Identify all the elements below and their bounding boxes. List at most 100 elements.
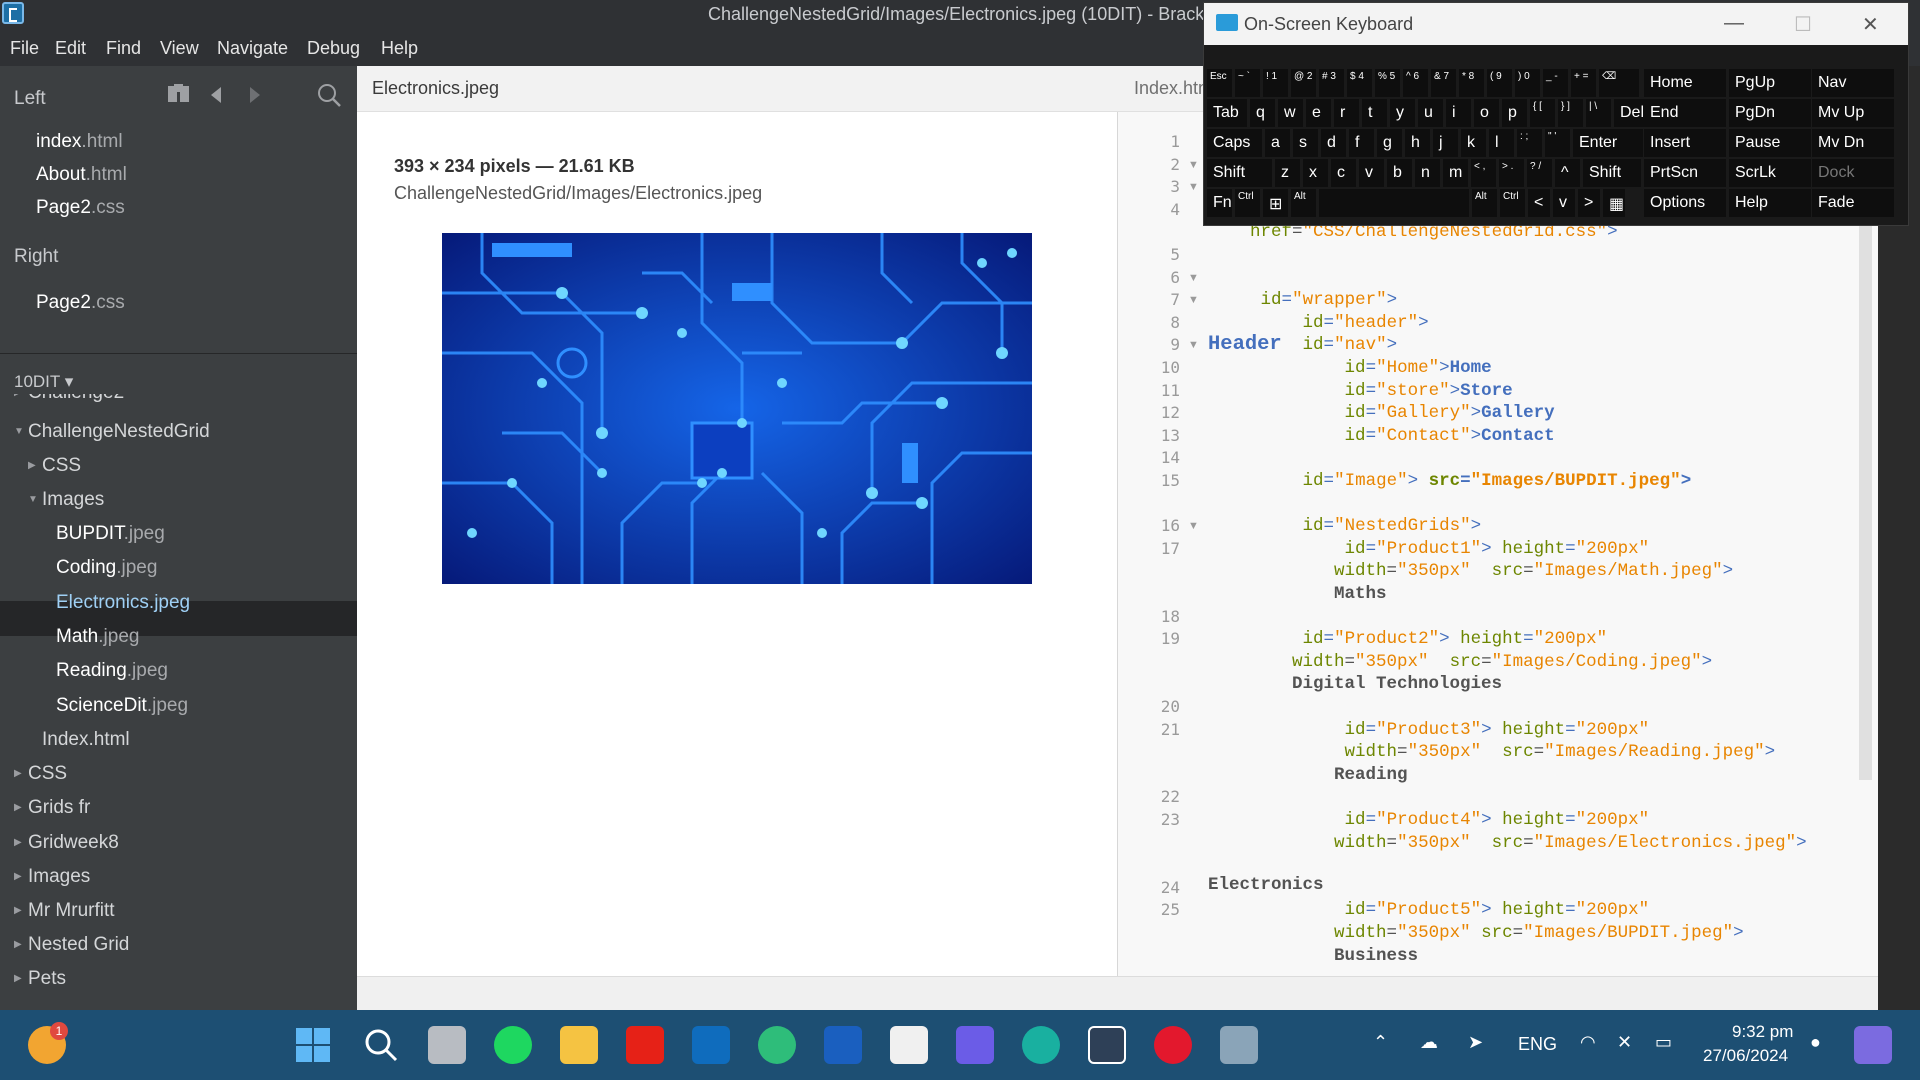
osk-key[interactable]: Options (1644, 189, 1726, 217)
osk-key[interactable]: ⊞ (1263, 189, 1288, 217)
osk-key[interactable]: : ; (1517, 129, 1542, 157)
osk-key[interactable]: z (1275, 159, 1300, 187)
osk-key[interactable]: End (1644, 99, 1726, 127)
tree-item[interactable]: ▶ Images (14, 866, 90, 888)
menu-navigate[interactable]: Navigate (217, 38, 288, 59)
osk-key[interactable]: Help (1729, 189, 1811, 217)
osk-key[interactable]: u (1418, 99, 1443, 127)
working-file-about-html[interactable]: About.html (36, 164, 127, 186)
osk-key[interactable]: Mv Dn (1812, 129, 1894, 157)
copilot-app-icon[interactable] (956, 1026, 994, 1064)
osk-key[interactable]: Enter (1573, 129, 1643, 157)
fold-toggle-icon[interactable]: ▼ (1188, 272, 1199, 284)
menu-debug[interactable]: Debug (307, 38, 360, 59)
wifi-icon[interactable]: ◠ (1580, 1032, 1596, 1053)
osk-key[interactable]: ▦ (1603, 189, 1625, 217)
osk-key[interactable]: g (1377, 129, 1402, 157)
osk-key[interactable]: q (1250, 99, 1275, 127)
code-line[interactable]: id="store">Store (1208, 381, 1513, 401)
osk-key[interactable]: Home (1644, 69, 1726, 97)
code-line[interactable]: width="350px" src="Images/Math.jpeg"> (1208, 561, 1733, 581)
osk-key[interactable]: a (1265, 129, 1290, 157)
osk-key[interactable]: ScrLk (1729, 159, 1811, 187)
osk-key[interactable]: > (1578, 189, 1600, 217)
task-view-icon[interactable] (428, 1026, 466, 1064)
osk-key[interactable]: } ] (1558, 99, 1583, 127)
store-icon[interactable] (890, 1026, 928, 1064)
osk-key[interactable]: Shift (1583, 159, 1641, 187)
osk-taskbar-icon[interactable] (1220, 1026, 1258, 1064)
osk-key[interactable]: f (1349, 129, 1374, 157)
menu-file[interactable]: File (10, 38, 39, 59)
code-line[interactable]: id="Product4"> height="200px" (1208, 810, 1650, 830)
osk-key[interactable]: PrtScn (1644, 159, 1726, 187)
osk-key[interactable]: ^ (1555, 159, 1580, 187)
menu-edit[interactable]: Edit (55, 38, 86, 59)
brackets-taskbar-icon[interactable] (1088, 1026, 1126, 1064)
osk-key[interactable]: h (1405, 129, 1430, 157)
osk-key[interactable]: ⌫ (1599, 69, 1639, 97)
tree-item[interactable]: BUPDIT.jpeg (42, 523, 165, 545)
osk-key[interactable]: Alt (1291, 189, 1316, 217)
osk-key[interactable]: Pause (1729, 129, 1811, 157)
edge-profile-icon[interactable] (758, 1026, 796, 1064)
osk-key[interactable]: | \ (1586, 99, 1611, 127)
osk-key[interactable]: Caps (1207, 129, 1262, 157)
image-viewer-tab[interactable]: Electronics.jpeg (372, 78, 499, 99)
brackets-app-icon[interactable] (2, 2, 24, 24)
osk-key[interactable]: * 8 (1459, 69, 1484, 97)
osk-key[interactable]: p (1502, 99, 1527, 127)
outlook-icon[interactable] (692, 1026, 730, 1064)
osk-key[interactable]: ! 1 (1263, 69, 1288, 97)
file-explorer-icon[interactable] (560, 1026, 598, 1064)
osk-key[interactable]: @ 2 (1291, 69, 1316, 97)
search-taskbar-icon[interactable] (362, 1026, 400, 1064)
fold-toggle-icon[interactable]: ▼ (1188, 294, 1199, 306)
osk-key[interactable]: & 7 (1431, 69, 1456, 97)
code-line[interactable]: id="NestedGrids"> (1208, 516, 1482, 536)
fold-toggle-icon[interactable]: ▼ (1188, 181, 1199, 193)
osk-key[interactable]: < (1528, 189, 1550, 217)
fold-toggle-icon[interactable]: ▼ (1188, 520, 1199, 532)
osk-key[interactable]: + = (1571, 69, 1596, 97)
tree-item[interactable]: ▶ CSS (28, 455, 81, 477)
onedrive-icon[interactable]: ☁ (1420, 1032, 1438, 1053)
tree-item[interactable]: ▶ Mr Mrurfitt (14, 900, 115, 922)
osk-key[interactable]: d (1321, 129, 1346, 157)
osk-key[interactable]: $ 4 (1347, 69, 1372, 97)
fold-toggle-icon[interactable]: ▼ (1188, 339, 1199, 351)
osk-key[interactable]: Ctrl (1235, 189, 1260, 217)
tree-item[interactable]: ▶ CSS (14, 763, 67, 785)
osk-key[interactable]: ~ ` (1235, 69, 1260, 97)
location-icon[interactable]: ➤ (1468, 1032, 1483, 1053)
nav-back-icon[interactable] (207, 82, 227, 108)
osk-key[interactable]: t (1362, 99, 1387, 127)
osk-key[interactable]: PgUp (1729, 69, 1811, 97)
osk-key[interactable]: o (1474, 99, 1499, 127)
split-view-icon[interactable] (166, 82, 192, 108)
osk-key[interactable]: v (1553, 189, 1575, 217)
code-line[interactable]: id="Product1"> height="200px" (1208, 539, 1650, 559)
osk-key[interactable]: Ctrl (1500, 189, 1525, 217)
clock-time[interactable]: 9:32 pm (1732, 1022, 1793, 1042)
osk-key[interactable]: r (1334, 99, 1359, 127)
start-icon[interactable] (294, 1026, 332, 1064)
tree-item[interactable]: Reading.jpeg (42, 660, 168, 682)
nav-forward-icon[interactable] (245, 82, 265, 108)
tree-item[interactable]: ▶ Pets (14, 968, 66, 990)
osk-key[interactable]: Shift (1207, 159, 1272, 187)
osk-key[interactable]: e (1306, 99, 1331, 127)
osk-key[interactable]: i (1446, 99, 1471, 127)
working-file-index-html[interactable]: index.html (36, 131, 123, 153)
word-icon[interactable] (824, 1026, 862, 1064)
code-line[interactable]: width="350px" src="Images/BUPDIT.jpeg"> (1208, 923, 1744, 943)
battery-icon[interactable]: ▭ (1655, 1032, 1672, 1053)
osk-key[interactable]: k (1461, 129, 1486, 157)
volume-muted-icon[interactable]: ✕ (1617, 1032, 1632, 1053)
osk-key[interactable]: Dock (1812, 159, 1894, 187)
osk-key[interactable]: " ' (1545, 129, 1570, 157)
clock-date[interactable]: 27/06/2024 (1703, 1046, 1788, 1066)
osk-key[interactable]: Alt (1472, 189, 1497, 217)
code-line[interactable]: width="350px" src="Images/Coding.jpeg"> (1208, 652, 1712, 672)
osk-key[interactable]: m (1443, 159, 1468, 187)
